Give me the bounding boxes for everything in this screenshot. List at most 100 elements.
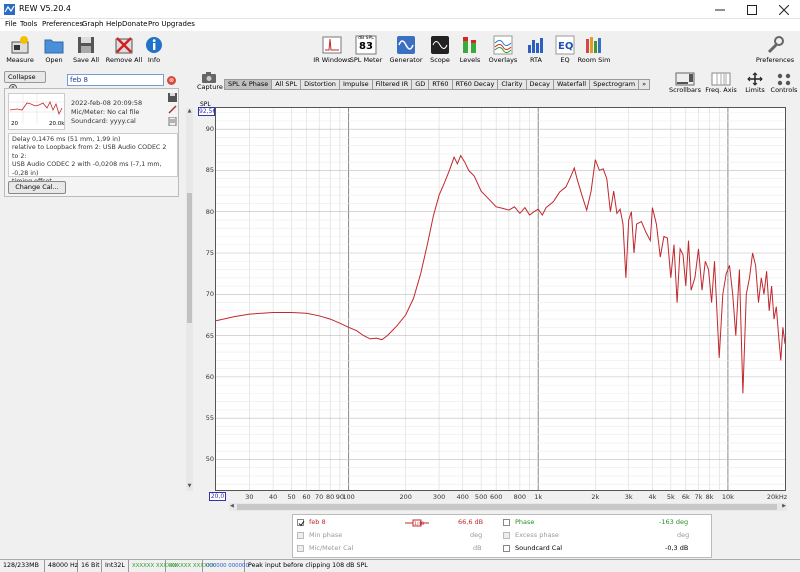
scroll-right-icon[interactable]: ▶ — [782, 503, 786, 509]
spl-plot[interactable] — [215, 108, 786, 490]
pencil-icon[interactable] — [168, 105, 177, 114]
mic-cal-info: Mic/Meter: No cal file — [71, 108, 140, 116]
horizontal-scroll-thumb[interactable] — [237, 504, 777, 510]
tab-distortion[interactable]: Distortion — [301, 79, 340, 90]
measure-icon — [11, 36, 29, 54]
x-tick-label: 7k — [694, 493, 703, 501]
x-tick-label: 5k — [666, 493, 675, 501]
x-tick-label: 8k — [705, 493, 714, 501]
freq-axis-button[interactable]: Freq. Axis — [704, 72, 738, 102]
soundcard-cal-checkbox[interactable] — [503, 545, 510, 552]
x-tick-label: 1k — [534, 493, 543, 501]
scroll-up-icon[interactable]: ▲ — [186, 108, 193, 116]
menu-pro-upgrades[interactable]: Pro Upgrades — [148, 20, 195, 28]
excess-phase-checkbox[interactable] — [503, 532, 510, 539]
y-max-field[interactable]: 92,56 — [198, 107, 216, 116]
spl-checkbox[interactable] — [297, 519, 305, 527]
window-title: REW V5.20.4 — [19, 4, 71, 13]
tab-all-spl[interactable]: All SPL — [272, 79, 302, 90]
memory-usage[interactable]: 128/233MB — [0, 560, 45, 572]
preferences-button[interactable]: Preferences — [753, 33, 797, 69]
menu-help[interactable]: Help — [106, 20, 122, 28]
generator-icon — [397, 36, 415, 54]
x-tick-label: 3k — [624, 493, 633, 501]
change-cal-button[interactable]: Change Cal... — [8, 181, 66, 194]
tab-rt60[interactable]: RT60 — [429, 79, 453, 90]
y-tick-label: 90 — [205, 125, 214, 134]
tab-filtered-ir[interactable]: Filtered IR — [372, 79, 413, 90]
phase-checkbox[interactable] — [503, 519, 510, 526]
tab-clarity[interactable]: Clarity — [498, 79, 527, 90]
tab-more[interactable]: » — [639, 79, 651, 90]
vertical-scrollbar[interactable]: ▲ ▼ — [186, 108, 193, 491]
tab-waterfall[interactable]: Waterfall — [553, 79, 591, 90]
tab-impulse[interactable]: Impulse — [339, 79, 373, 90]
x-tick-label: 100 — [342, 493, 355, 501]
x-tick-label: 500 — [474, 493, 488, 501]
x-min-field[interactable]: 20,0 — [209, 492, 226, 501]
scrollbars-button[interactable]: Scrollbars — [668, 72, 702, 102]
tab-spectrogram[interactable]: Spectrogram — [590, 79, 640, 90]
save-icon — [78, 37, 94, 53]
rta-icon — [528, 38, 543, 53]
controls-button[interactable]: Controls — [768, 72, 800, 102]
x-tick-label: 80 — [326, 493, 335, 501]
y-tick-label: 50 — [205, 455, 214, 464]
save-all-button[interactable]: Save All — [66, 33, 106, 69]
info-button[interactable]: Info — [134, 33, 174, 69]
y-tick-label: 85 — [205, 166, 214, 175]
mic-cal-checkbox[interactable] — [297, 545, 304, 552]
tab-spl-phase[interactable]: SPL & Phase — [224, 79, 273, 90]
tab-decay[interactable]: Decay — [526, 79, 554, 90]
maximize-button[interactable] — [736, 0, 768, 19]
format: Int32L — [102, 560, 129, 572]
scroll-left-icon[interactable]: ◀ — [230, 503, 234, 509]
scope-icon — [431, 36, 449, 54]
remove-icon — [115, 37, 133, 54]
legend-spl-name: feb 8 — [309, 518, 326, 526]
capture-button[interactable]: Capture — [197, 72, 223, 104]
limits-icon — [747, 72, 763, 86]
menu-preferences[interactable]: Preferences — [42, 20, 83, 28]
eq-icon: EQ — [555, 35, 575, 55]
measurement-name-field[interactable]: feb 8 — [67, 74, 164, 86]
save-measurement-icon[interactable] — [168, 93, 177, 102]
scroll-down-icon[interactable]: ▼ — [186, 483, 193, 491]
min-phase-checkbox[interactable] — [297, 532, 304, 539]
horizontal-scrollbar[interactable]: ◀ ▶ — [229, 503, 787, 511]
limits-button[interactable]: Limits — [740, 72, 770, 102]
x-tick-label: 60 — [302, 493, 311, 501]
close-button[interactable] — [768, 0, 800, 19]
room-sim-button[interactable]: Room Sim — [574, 33, 614, 69]
collapse-button[interactable]: Collapse « — [4, 71, 46, 92]
ir-windows-icon — [322, 36, 342, 54]
y-tick-label: 80 — [205, 207, 214, 216]
wrench-icon — [767, 36, 784, 54]
sample-rate: 48000 Hz — [45, 560, 78, 572]
legend-row-spl: feb 8 1/48 66,6 dB Phase -163 deg — [293, 517, 713, 529]
menu-tools[interactable]: Tools — [20, 20, 37, 28]
x-tick-label: 6k — [681, 493, 690, 501]
tab-gd[interactable]: GD — [412, 79, 430, 90]
controls-icon — [777, 73, 791, 86]
spl-meter-button[interactable]: dB SPL 83 SPL Meter — [346, 33, 386, 69]
x-tick-label: 600 — [489, 493, 503, 501]
menu-graph[interactable]: Graph — [82, 20, 103, 28]
x-tick-label: 50 — [287, 493, 296, 501]
smoothing-icon[interactable]: 1/48 — [405, 519, 429, 527]
overlays-icon — [493, 35, 513, 55]
menu-file[interactable]: File — [5, 20, 17, 28]
tab-rt60-decay[interactable]: RT60 Decay — [452, 79, 499, 90]
notes-icon[interactable] — [168, 117, 177, 126]
y-tick-label: 55 — [205, 414, 214, 423]
remove-measurement-icon[interactable]: ⊗ — [167, 76, 176, 85]
x-tick-label: 200 — [399, 493, 412, 501]
measurement-card[interactable]: 20 20.0k 2022-feb-08 20:09:58 Mic/Meter:… — [4, 88, 179, 197]
minimize-button[interactable] — [704, 0, 736, 19]
scroll-thumb[interactable] — [187, 193, 192, 323]
info-icon — [146, 37, 162, 53]
y-tick-label: 65 — [205, 331, 214, 340]
menu-donate[interactable]: Donate — [122, 20, 147, 28]
series-line — [215, 154, 786, 394]
spl-graph[interactable] — [215, 107, 786, 491]
